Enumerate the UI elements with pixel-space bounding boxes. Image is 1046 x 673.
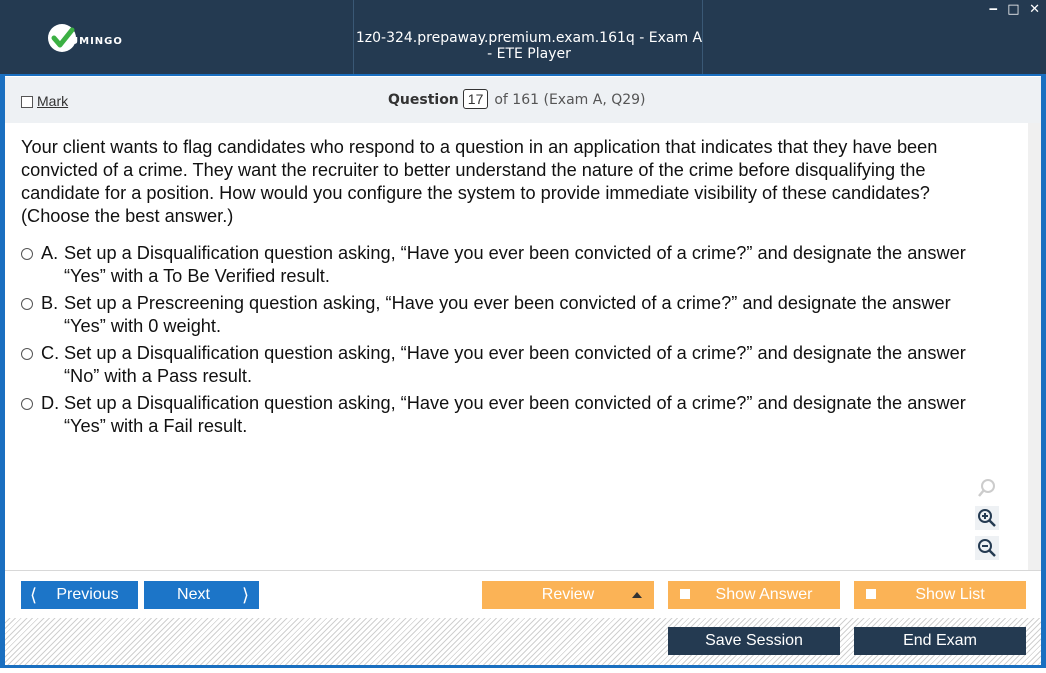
title-bar: UMINGO 1z0-324.prepaway.premium.exam.161… [0, 0, 1046, 76]
checkbox-icon[interactable] [680, 589, 690, 599]
save-session-label: Save Session [705, 632, 803, 649]
logo: UMINGO [48, 24, 138, 56]
question-indicator: Question 17 of 161 (Exam A, Q29) [388, 89, 646, 109]
vertical-scrollbar[interactable] [1028, 123, 1041, 570]
mark-label: Mark [37, 93, 69, 109]
window-frame-right [1041, 76, 1046, 673]
chevron-left-icon: ⟨ [30, 585, 38, 605]
question-number-input[interactable]: 17 [462, 89, 489, 109]
question-text: Your client wants to flag candidates who… [21, 137, 938, 226]
zoom-out-icon[interactable] [975, 536, 999, 560]
next-label: Next [177, 586, 210, 603]
show-answer-label: Show Answer [715, 586, 813, 603]
close-icon[interactable]: ✕ [1029, 2, 1040, 17]
previous-label: Previous [56, 586, 119, 603]
answer-letter: C. [41, 343, 60, 363]
checkbox-icon[interactable] [866, 589, 876, 599]
radio-button[interactable] [21, 248, 33, 260]
zoom-in-icon[interactable] [975, 506, 999, 530]
show-list-label: Show List [915, 586, 985, 603]
radio-button[interactable] [21, 348, 33, 360]
bottom-border [0, 665, 1046, 673]
answer-option-a[interactable]: A. Set up a Disqualification question as… [21, 242, 996, 288]
end-exam-label: End Exam [903, 632, 977, 649]
previous-button[interactable]: ⟨ Previous [21, 581, 138, 609]
answer-text: Set up a Disqualification question askin… [64, 393, 966, 436]
review-button[interactable]: Review [482, 581, 654, 609]
answer-text: Set up a Prescreening question asking, “… [64, 293, 951, 336]
radio-button[interactable] [21, 298, 33, 310]
window-controls: ‒ □ ✕ [984, 2, 1040, 17]
save-session-button[interactable]: Save Session [668, 627, 840, 655]
review-label: Review [541, 586, 595, 603]
answer-option-d[interactable]: D. Set up a Disqualification question as… [21, 392, 996, 438]
question-content: Your client wants to flag candidates who… [5, 123, 1028, 570]
radio-button[interactable] [21, 398, 33, 410]
answer-text: Set up a Disqualification question askin… [64, 343, 966, 386]
caret-up-icon [632, 592, 642, 598]
answer-list: A. Set up a Disqualification question as… [21, 242, 996, 442]
checkbox-icon[interactable] [21, 96, 33, 109]
next-button[interactable]: Next ⟩ [144, 581, 259, 609]
logo-text: UMINGO [70, 36, 123, 47]
answer-letter: A. [41, 243, 59, 263]
answer-option-c[interactable]: C. Set up a Disqualification question as… [21, 342, 996, 388]
question-total: of 161 (Exam A, Q29) [494, 92, 646, 108]
question-label: Question [388, 92, 459, 108]
session-bar: Save Session End Exam [5, 618, 1041, 665]
window-title: 1z0-324.prepaway.premium.exam.161q - Exa… [355, 30, 703, 62]
mark-checkbox[interactable]: Mark [21, 93, 68, 109]
question-header: Mark Question 17 of 161 (Exam A, Q29) [5, 77, 1041, 123]
show-list-button[interactable]: Show List [854, 581, 1026, 609]
end-exam-button[interactable]: End Exam [854, 627, 1026, 655]
search-icon[interactable] [975, 476, 999, 500]
answer-option-b[interactable]: B. Set up a Prescreening question asking… [21, 292, 996, 338]
navigation-bar: ⟨ Previous Next ⟩ Review Show Answer Sho… [5, 570, 1041, 619]
chevron-right-icon: ⟩ [241, 585, 249, 605]
maximize-icon[interactable]: □ [1007, 2, 1019, 17]
zoom-tools [975, 476, 1003, 566]
answer-text: Set up a Disqualification question askin… [64, 243, 966, 286]
answer-letter: D. [41, 393, 60, 413]
show-answer-button[interactable]: Show Answer [668, 581, 840, 609]
answer-letter: B. [41, 293, 59, 313]
minimize-icon[interactable]: ‒ [989, 2, 998, 17]
